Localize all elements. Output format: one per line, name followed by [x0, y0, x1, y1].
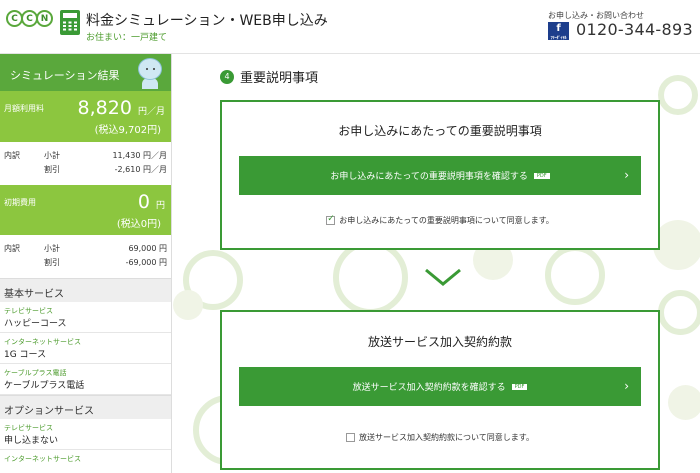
initial-fee-label: 初期費用 — [4, 198, 36, 207]
initial-breakdown: 内訳 小計 69,000 円 割引 -69,000 円 — [0, 235, 171, 278]
agree-broadcast-terms[interactable]: 放送サービス加入契約約款について同意します。 — [222, 432, 658, 443]
header: C C N 料金シミュレーション・WEB申し込み お住まい：一戸建て お申し込み… — [0, 0, 700, 54]
breakdown-row: 割引 -2,610 円／月 — [44, 165, 167, 174]
background-circle — [173, 290, 203, 320]
service-item: テレビサービス 申し込まない — [0, 419, 171, 450]
card-title: お申し込みにあたっての重要説明事項 — [338, 124, 542, 138]
service-item: ケーブルプラス電話 ケーブルプラス電話 — [0, 364, 171, 395]
pdf-badge: PDF — [533, 172, 550, 179]
initial-fee-tax: (税込0円) — [116, 219, 161, 230]
page-title: 料金シミュレーション・WEB申し込み — [86, 13, 328, 29]
step-number-badge: 4 — [220, 69, 234, 84]
broadcast-terms-card: 放送サービス加入契約約款 放送サービス加入契約約款を確認する PDF › 放送サ… — [220, 310, 660, 470]
freedial-text: ﾌﾘｰﾀﾞｲﾔﾙ — [550, 35, 567, 40]
chevron-right-icon: › — [624, 379, 629, 393]
monthly-fee-block: 月額利用料 8,820 円／月 (税込9,702円) — [0, 91, 171, 142]
step-title: 重要説明事項 — [240, 71, 319, 86]
monthly-fee-tax: (税込9,702円) — [94, 125, 161, 136]
breakdown-label: 内訳 — [4, 151, 20, 160]
calculator-icon — [60, 10, 80, 35]
background-circle — [658, 290, 700, 335]
agree-important-notice[interactable]: お申し込みにあたっての重要説明事項について同意します。 — [222, 214, 658, 226]
main-content[interactable]: 4 重要説明事項 お申し込みにあたっての重要説明事項 お申し込みにあたっての重要… — [173, 55, 700, 473]
monthly-breakdown: 内訳 小計 11,430 円／月 割引 -2,610 円／月 — [0, 142, 171, 185]
breakdown-label: 内訳 — [4, 244, 20, 253]
phone-number[interactable]: 0120-344-893 — [576, 20, 693, 39]
pdf-badge: PDF — [511, 383, 528, 390]
chevron-down-icon — [425, 268, 461, 286]
service-item: インターネットサービス — [0, 450, 171, 473]
residence-type: お住まい：一戸建て — [86, 33, 168, 43]
ccn-logo[interactable]: C C N — [6, 10, 53, 27]
breakdown-row: 小計 11,430 円／月 — [44, 151, 167, 160]
monthly-fee-label: 月額利用料 — [4, 104, 44, 113]
service-item: テレビサービス ハッピーコース — [0, 302, 171, 333]
agree-checkbox[interactable] — [346, 433, 356, 442]
view-important-notice-button[interactable]: お申し込みにあたっての重要説明事項を確認する PDF › — [239, 156, 641, 195]
breakdown-row: 小計 69,000 円 — [44, 244, 167, 253]
card-title: 放送サービス加入契約約款 — [367, 335, 512, 349]
logo-letter: N — [36, 10, 53, 27]
view-broadcast-terms-button[interactable]: 放送サービス加入契約約款を確認する PDF › — [239, 367, 641, 406]
monthly-fee-amount: 8,820 円／月 — [77, 97, 165, 119]
important-notice-card: お申し込みにあたっての重要説明事項 お申し込みにあたっての重要説明事項を確認する… — [220, 100, 660, 250]
background-circle — [653, 220, 700, 270]
initial-fee-amount: 0 円 — [137, 191, 165, 213]
simulation-sidebar: シミュレーション結果 月額利用料 8,820 円／月 (税込9,702円) 内訳… — [0, 54, 172, 473]
simulation-result-title: シミュレーション結果 — [10, 69, 120, 82]
background-circle — [545, 245, 605, 305]
background-circle — [668, 385, 700, 420]
basic-services-heading: 基本サービス — [0, 278, 171, 302]
background-circle — [658, 75, 698, 115]
simulation-result-header: シミュレーション結果 — [0, 54, 171, 91]
breakdown-row: 割引 -69,000 円 — [44, 258, 167, 267]
option-services-heading: オプションサービス — [0, 395, 171, 419]
agree-checkbox[interactable] — [326, 214, 336, 225]
background-circle — [333, 240, 408, 315]
service-item: インターネットサービス 1G コース — [0, 333, 171, 364]
mascot-icon — [135, 56, 165, 89]
freedial-icon: f ﾌﾘｰﾀﾞｲﾔﾙ — [548, 22, 569, 40]
step-heading: 4 重要説明事項 — [220, 67, 318, 86]
initial-fee-block: 初期費用 0 円 (税込0円) — [0, 185, 171, 235]
chevron-right-icon: › — [624, 168, 629, 182]
